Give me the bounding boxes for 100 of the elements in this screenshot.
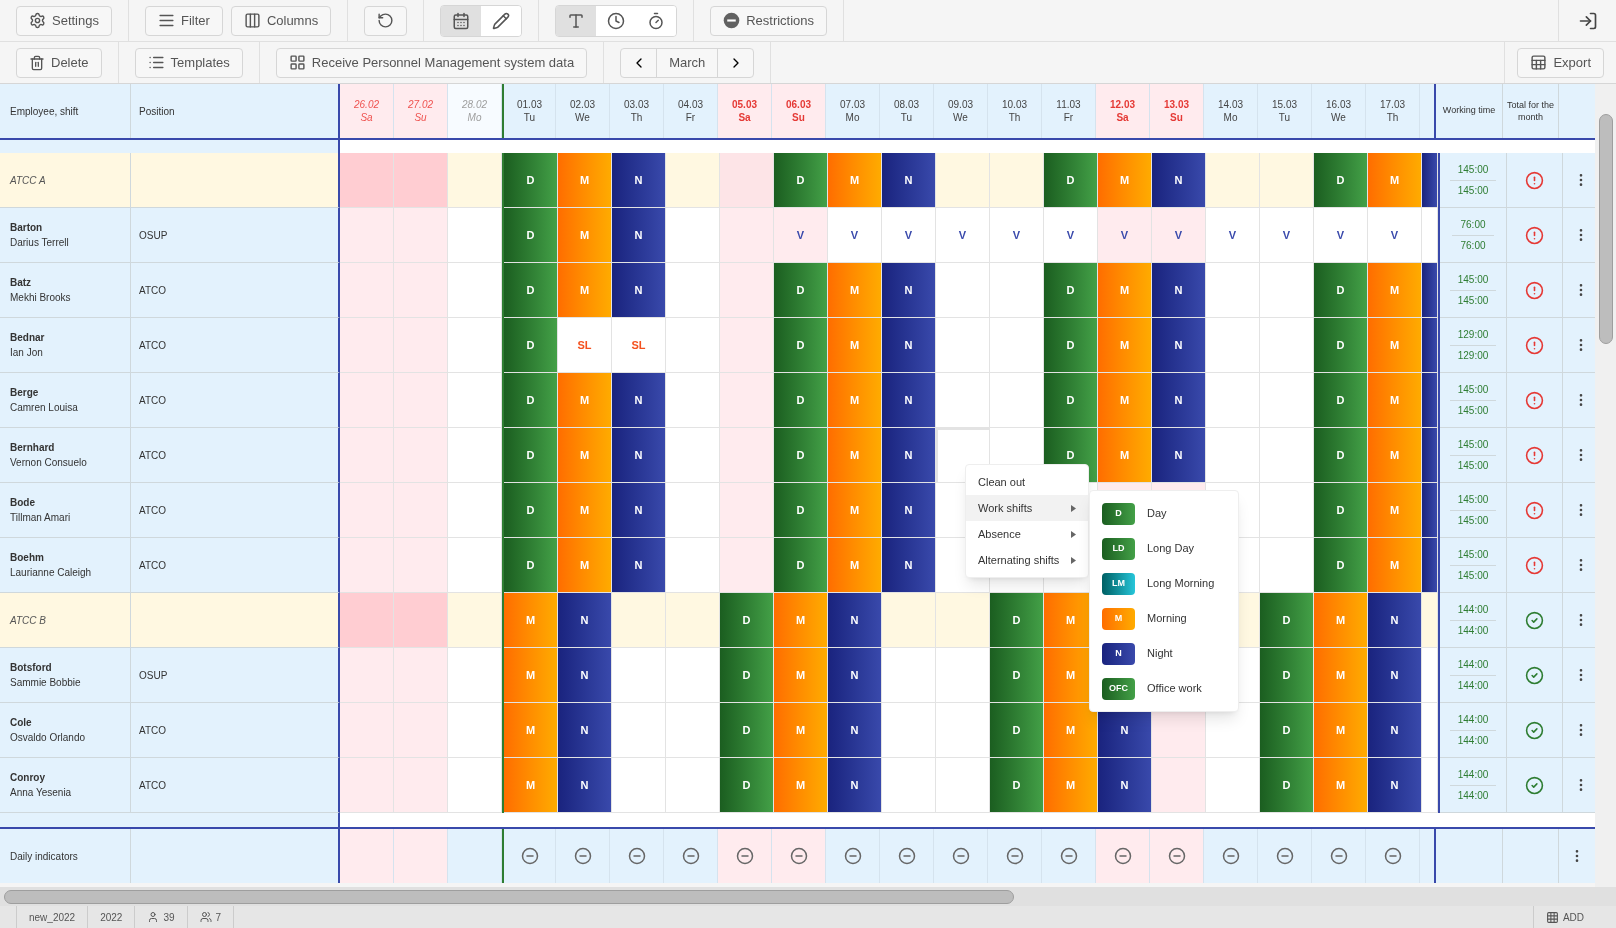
shift-cell[interactable]: N [828, 593, 882, 649]
shift-cell[interactable]: N [558, 703, 612, 759]
minus-circle-icon[interactable] [1005, 847, 1024, 866]
shift-cell[interactable]: N [612, 538, 666, 594]
calendar-view-button[interactable] [441, 5, 482, 36]
minus-circle-icon[interactable] [1167, 847, 1186, 866]
vacation-cell[interactable]: V [882, 208, 936, 264]
vacation-cell[interactable]: V [1314, 208, 1368, 264]
shift-cell[interactable]: D [774, 373, 828, 429]
shift-cell[interactable]: D [504, 208, 558, 264]
shift-cell[interactable]: N [828, 648, 882, 704]
shift-cell[interactable]: N [612, 208, 666, 264]
minus-circle-icon[interactable] [735, 847, 754, 866]
clock-mode-button[interactable] [596, 5, 637, 36]
shift-cell[interactable] [1422, 153, 1438, 209]
shift-cell[interactable]: D [774, 428, 828, 484]
sick-leave-cell[interactable]: SL [558, 318, 612, 374]
shift-cell[interactable]: N [828, 758, 882, 814]
horizontal-scrollbar[interactable] [0, 886, 1616, 907]
vacation-cell[interactable]: V [1368, 208, 1422, 264]
shift-cell[interactable]: N [612, 373, 666, 429]
shift-cell[interactable]: N [1152, 153, 1206, 209]
export-button[interactable]: Export [1517, 47, 1604, 78]
shift-cell[interactable]: D [990, 648, 1044, 704]
shift-cell[interactable]: D [990, 703, 1044, 759]
shift-cell[interactable]: N [882, 263, 936, 319]
vertical-scrollbar[interactable] [1595, 84, 1616, 887]
menu-item[interactable]: Clean out [966, 469, 1088, 496]
edit-mode-button[interactable] [481, 5, 522, 36]
shift-cell[interactable]: N [882, 483, 936, 539]
view-toggle-group[interactable] [440, 4, 523, 37]
minus-circle-icon[interactable] [1221, 847, 1240, 866]
minus-circle-icon[interactable] [627, 847, 646, 866]
shift-cell[interactable]: D [1260, 593, 1314, 649]
shift-cell[interactable]: D [1260, 703, 1314, 759]
shift-cell[interactable]: D [1314, 263, 1368, 319]
shift-cell[interactable]: D [504, 263, 558, 319]
shift-cell[interactable]: N [882, 538, 936, 594]
shift-cell[interactable]: D [720, 758, 774, 814]
shift-cell[interactable] [1422, 318, 1438, 374]
shift-cell[interactable]: N [882, 318, 936, 374]
minus-circle-icon[interactable] [1275, 847, 1294, 866]
shift-cell[interactable]: N [1368, 758, 1422, 814]
shift-type-item[interactable]: D Day [1090, 496, 1238, 532]
shift-cell[interactable]: N [1152, 428, 1206, 484]
shift-cell[interactable]: N [612, 483, 666, 539]
shift-cell[interactable]: D [720, 648, 774, 704]
shift-cell[interactable]: D [774, 318, 828, 374]
minus-circle-icon[interactable] [573, 847, 592, 866]
shift-cell[interactable]: D [774, 538, 828, 594]
shift-cell[interactable]: D [1314, 318, 1368, 374]
templates-button[interactable]: Templates [134, 47, 243, 78]
receive-data-button[interactable]: Receive Personnel Management system data [275, 47, 588, 78]
shift-cell[interactable]: N [1152, 318, 1206, 374]
shift-cell[interactable]: D [1044, 263, 1098, 319]
shift-cell[interactable] [1422, 483, 1438, 539]
shift-cell[interactable]: N [558, 593, 612, 649]
shift-cell[interactable]: D [774, 153, 828, 209]
shift-cell[interactable]: N [612, 153, 666, 209]
shift-cell[interactable]: N [1152, 373, 1206, 429]
vacation-cell[interactable]: V [1260, 208, 1314, 264]
shift-cell[interactable]: D [774, 483, 828, 539]
minus-circle-icon[interactable] [1329, 847, 1348, 866]
minus-circle-icon[interactable] [681, 847, 700, 866]
minus-circle-icon[interactable] [1059, 847, 1078, 866]
minus-circle-icon[interactable] [843, 847, 862, 866]
shift-cell[interactable]: N [1368, 703, 1422, 759]
minus-circle-icon[interactable] [1383, 847, 1402, 866]
menu-item[interactable]: Alternating shifts [966, 547, 1088, 574]
display-toggle-group[interactable] [555, 4, 678, 37]
minus-circle-icon[interactable] [520, 847, 539, 866]
shift-cell[interactable]: D [504, 318, 558, 374]
filter-button[interactable]: Filter [145, 5, 223, 36]
shift-cell[interactable]: N [1368, 593, 1422, 649]
shift-cell[interactable]: N [882, 428, 936, 484]
settings-button[interactable]: Settings [16, 5, 112, 36]
shift-cell[interactable]: D [990, 593, 1044, 649]
shift-cell[interactable]: N [882, 373, 936, 429]
shift-cell[interactable]: D [1314, 373, 1368, 429]
minus-circle-icon[interactable] [951, 847, 970, 866]
shift-cell[interactable]: D [774, 263, 828, 319]
vacation-cell[interactable]: V [828, 208, 882, 264]
shift-cell[interactable]: D [1044, 373, 1098, 429]
shift-cell[interactable]: N [612, 263, 666, 319]
shift-cell[interactable]: D [1044, 318, 1098, 374]
shift-cell[interactable]: N [558, 648, 612, 704]
menu-item[interactable]: Absence [966, 521, 1088, 548]
undo-button[interactable] [364, 5, 408, 36]
menu-item[interactable]: Work shifts [966, 495, 1088, 522]
shift-cell[interactable]: N [882, 153, 936, 209]
text-mode-button[interactable] [556, 5, 597, 36]
shift-type-item[interactable]: LD Long Day [1090, 531, 1238, 567]
columns-button[interactable]: Columns [230, 5, 332, 36]
restrictions-button[interactable]: Restrictions [710, 5, 828, 36]
shift-cell[interactable] [1422, 263, 1438, 319]
vacation-cell[interactable]: V [1044, 208, 1098, 264]
vacation-cell[interactable]: V [774, 208, 828, 264]
add-button[interactable]: ADD [1532, 906, 1596, 928]
shift-cell[interactable]: D [504, 428, 558, 484]
vacation-cell[interactable]: V [936, 208, 990, 264]
